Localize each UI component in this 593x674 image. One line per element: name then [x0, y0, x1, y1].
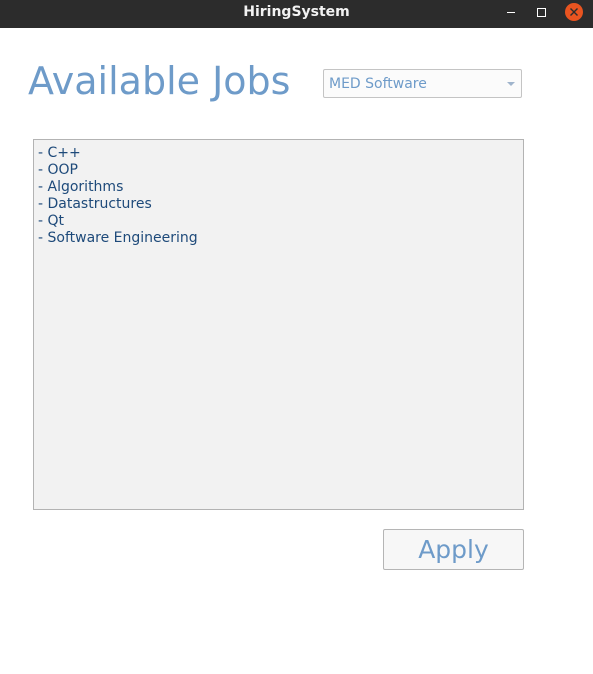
job-select-dropdown[interactable]: MED Software [323, 69, 522, 98]
requirement-line: - Qt [38, 213, 65, 229]
requirement-line: - OOP [38, 162, 78, 178]
job-select-value: MED Software [329, 76, 427, 92]
requirement-line: - Software Engineering [38, 230, 198, 246]
job-requirements-textbox[interactable]: - C++ - OOP - Algorithms - Datastructure… [33, 139, 524, 510]
requirement-line: - Algorithms [38, 179, 124, 195]
close-icon [565, 3, 583, 21]
requirement-line: - Datastructures [38, 196, 152, 212]
minimize-button[interactable] [499, 0, 523, 24]
minimize-icon [507, 11, 515, 13]
chevron-down-icon [507, 82, 515, 86]
page-title: Available Jobs [28, 59, 291, 103]
requirement-line: - C++ [38, 145, 81, 161]
app-window: HiringSystem Available Jobs MED Software… [0, 0, 593, 674]
maximize-button[interactable] [529, 0, 553, 24]
title-bar[interactable]: HiringSystem [0, 0, 593, 28]
maximize-icon [536, 7, 546, 17]
apply-button[interactable]: Apply [383, 529, 524, 570]
apply-button-label: Apply [418, 535, 489, 564]
close-button[interactable] [562, 0, 586, 24]
